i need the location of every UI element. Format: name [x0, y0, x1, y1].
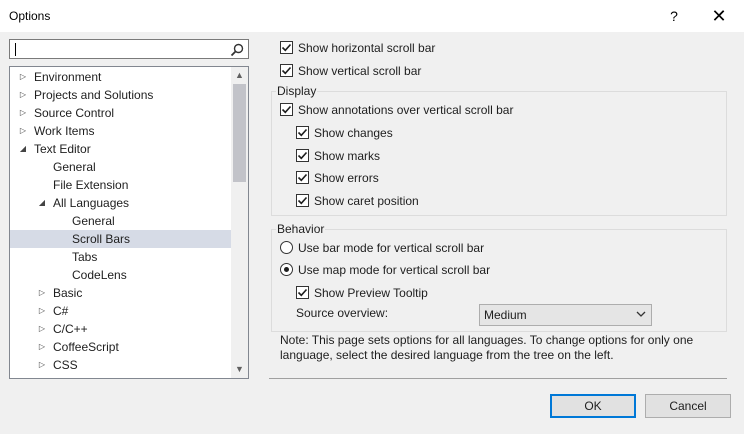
- behavior-group-label: Behavior: [276, 222, 326, 236]
- checkbox-label: Show marks: [314, 149, 381, 163]
- expand-arrow-icon[interactable]: ▷: [18, 68, 28, 86]
- options-tree[interactable]: ▷ Environment ▷ Projects and Solutions ▷ Sour…: [9, 66, 249, 379]
- radio-label: Use map mode for vertical scroll bar: [298, 263, 491, 277]
- radio-label: Use bar mode for vertical scroll bar: [298, 241, 485, 255]
- dropdown-value: Medium: [484, 308, 527, 322]
- tree-item[interactable]: ▷ CSS: [10, 356, 232, 374]
- tree-item-label: Source Control: [34, 106, 115, 120]
- tree-item-label: Docker file: [53, 374, 110, 378]
- tree-item[interactable]: CodeLens: [10, 266, 232, 284]
- tree-item[interactable]: ▷ CoffeeScript: [10, 338, 232, 356]
- divider: [269, 378, 727, 379]
- tree-item[interactable]: Scroll Bars: [10, 230, 232, 248]
- checkbox-box[interactable]: [296, 149, 309, 162]
- tree-item-label: Work Items: [34, 124, 95, 138]
- tree-item[interactable]: ▷ Projects and Solutions: [10, 86, 232, 104]
- checkbox-label: Show horizontal scroll bar: [298, 41, 436, 55]
- expand-arrow-icon[interactable]: ▷: [37, 374, 47, 378]
- tree-scrollbar[interactable]: ▲ ▼: [231, 67, 248, 378]
- tree-item-label: CodeLens: [72, 268, 127, 282]
- tree-item-label: C#: [53, 304, 69, 318]
- scroll-down-arrow-icon[interactable]: ▼: [231, 361, 248, 378]
- checkbox-box[interactable]: [280, 64, 293, 77]
- checkbox-label: Show caret position: [314, 194, 419, 208]
- checkbox-label: Show Preview Tooltip: [314, 286, 428, 300]
- tree-item-label: Projects and Solutions: [34, 88, 154, 102]
- title-bar: Options ? ✕: [0, 0, 744, 32]
- text-caret: [15, 43, 16, 56]
- ok-button[interactable]: OK: [550, 394, 636, 418]
- tree-item-label: Text Editor: [34, 142, 91, 156]
- checkbox-box[interactable]: [296, 286, 309, 299]
- radio-selected-dot: [284, 267, 289, 272]
- tree-item[interactable]: Tabs: [10, 248, 232, 266]
- expand-arrow-icon[interactable]: ▷: [37, 356, 47, 374]
- display-group-label: Display: [276, 84, 318, 98]
- scroll-up-arrow-icon[interactable]: ▲: [231, 67, 248, 84]
- tree-item[interactable]: General: [10, 158, 232, 176]
- help-button[interactable]: ?: [662, 4, 686, 28]
- checkbox-label: Show vertical scroll bar: [298, 64, 422, 78]
- checkbox-box[interactable]: [296, 194, 309, 207]
- source-overview-label: Source overview:: [296, 306, 389, 320]
- tree-item[interactable]: ▷ Source Control: [10, 104, 232, 122]
- tree-item-label: Environment: [34, 70, 102, 84]
- collapse-arrow-icon[interactable]: ◢: [18, 140, 28, 158]
- tree-item-label: General: [72, 214, 115, 228]
- tree-item-label: C/C++: [53, 322, 88, 336]
- radio-button[interactable]: [280, 263, 293, 276]
- checkbox-box[interactable]: [296, 171, 309, 184]
- checkbox-label: Show errors: [314, 171, 379, 185]
- expand-arrow-icon[interactable]: ▷: [37, 302, 47, 320]
- expand-arrow-icon[interactable]: ▷: [18, 86, 28, 104]
- cancel-button[interactable]: Cancel: [645, 394, 731, 418]
- expand-arrow-icon[interactable]: ▷: [18, 122, 28, 140]
- search-icon[interactable]: [229, 42, 245, 58]
- checkbox-box[interactable]: [296, 126, 309, 139]
- expand-arrow-icon[interactable]: ▷: [37, 338, 47, 356]
- options-search-input[interactable]: [9, 39, 249, 59]
- tree-item[interactable]: ▷ Work Items: [10, 122, 232, 140]
- tree-item-label: Scroll Bars: [72, 232, 131, 246]
- tree-item-label: All Languages: [53, 196, 130, 210]
- tree-item[interactable]: General: [10, 212, 232, 230]
- close-button[interactable]: ✕: [706, 4, 732, 28]
- note-text: Note: This page sets options for all lan…: [280, 333, 694, 362]
- tree-item-label: File Extension: [53, 178, 129, 192]
- tree-item[interactable]: ▷ Basic: [10, 284, 232, 302]
- window-title: Options: [9, 9, 51, 23]
- tree-item[interactable]: ▷ C#: [10, 302, 232, 320]
- tree-item[interactable]: File Extension: [10, 176, 232, 194]
- chevron-down-icon[interactable]: [636, 308, 646, 320]
- checkbox-box[interactable]: [280, 41, 293, 54]
- tree-item-label: Basic: [53, 286, 83, 300]
- tree-item[interactable]: ◢ Text Editor: [10, 140, 232, 158]
- expand-arrow-icon[interactable]: ▷: [37, 320, 47, 338]
- tree-item[interactable]: ▷ Environment: [10, 68, 232, 86]
- tree-item[interactable]: ◢ All Languages: [10, 194, 232, 212]
- checkbox-box[interactable]: [280, 103, 293, 116]
- scroll-thumb[interactable]: [233, 84, 246, 182]
- tree-item[interactable]: ▷ C/C++: [10, 320, 232, 338]
- source-overview-dropdown[interactable]: Medium: [479, 304, 652, 326]
- tree-item[interactable]: ▷ Docker file: [10, 374, 232, 378]
- tree-item-label: Tabs: [72, 250, 98, 264]
- collapse-arrow-icon[interactable]: ◢: [37, 194, 47, 212]
- checkbox-label: Show changes: [314, 126, 393, 140]
- tree-item-label: General: [53, 160, 96, 174]
- tree-item-label: CSS: [53, 358, 78, 372]
- checkbox-label: Show annotations over vertical scroll ba…: [298, 103, 514, 117]
- expand-arrow-icon[interactable]: ▷: [37, 284, 47, 302]
- expand-arrow-icon[interactable]: ▷: [18, 104, 28, 122]
- tree-item-label: CoffeeScript: [53, 340, 119, 354]
- radio-button[interactable]: [280, 241, 293, 254]
